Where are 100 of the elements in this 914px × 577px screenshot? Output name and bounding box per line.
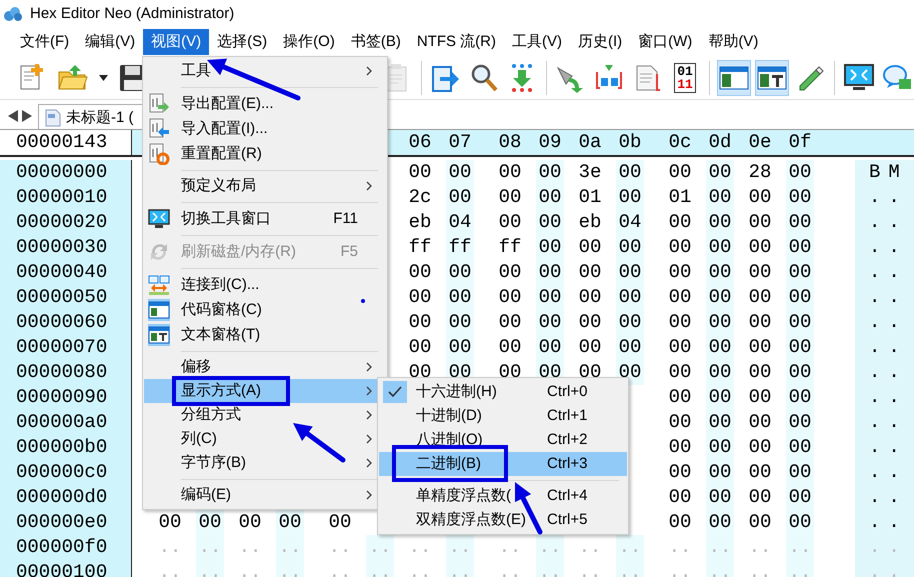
menu-item[interactable]: 历史(I) bbox=[570, 29, 630, 55]
shortcut-label: Ctrl+3 bbox=[547, 455, 588, 473]
code-pane-button[interactable] bbox=[717, 60, 751, 96]
menu-item[interactable]: 重置配置(R) bbox=[144, 141, 386, 166]
menu-item[interactable]: 文本窗格(T) bbox=[144, 322, 386, 347]
text-pane-button[interactable] bbox=[755, 60, 789, 96]
menu-item[interactable]: 导入配置(I)... bbox=[144, 116, 386, 141]
hex-cell: .. bbox=[706, 560, 734, 577]
window-title: Hex Editor Neo (Administrator) bbox=[30, 4, 234, 24]
column-header: 0e bbox=[748, 130, 772, 155]
hex-cell-text: 00 bbox=[498, 285, 522, 310]
text-cell: .. bbox=[855, 410, 914, 435]
menu-item[interactable]: 视图(V) bbox=[143, 29, 210, 55]
hex-cell-text: 00 bbox=[748, 510, 772, 535]
offset-cell: 000000e0 bbox=[0, 510, 132, 535]
hex-cell-text: 00 bbox=[668, 385, 692, 410]
column-header: 0d bbox=[708, 130, 732, 155]
hex-cell-text: 00 bbox=[668, 235, 692, 260]
hex-cell: .. bbox=[786, 535, 814, 560]
column-header: 0c bbox=[668, 130, 692, 155]
hex-cell: 00 bbox=[536, 335, 564, 360]
hex-cell: .. bbox=[196, 535, 224, 560]
hex-cell-text: 00 bbox=[668, 260, 692, 285]
hex-cell-text: 00 bbox=[408, 310, 432, 335]
menu-label: 显示方式(A) bbox=[181, 382, 261, 400]
hex-cell-text: 00 bbox=[748, 485, 772, 510]
hex-cell: 00 bbox=[786, 235, 814, 260]
offset-cell: 00000040 bbox=[0, 260, 132, 285]
hex-cell: 00 bbox=[536, 160, 564, 185]
hex-cell-text: 00 bbox=[578, 235, 602, 260]
hex-cell-text: 00 bbox=[668, 510, 692, 535]
hex-cell-text: 3e bbox=[578, 160, 602, 185]
hex-cell-text: 00 bbox=[748, 385, 772, 410]
menu-item[interactable]: 切换工具窗口 F11 bbox=[144, 206, 386, 231]
hex-cell-text: 00 bbox=[668, 360, 692, 385]
hex-cell: 00 bbox=[786, 185, 814, 210]
app-icon bbox=[2, 5, 24, 23]
hex-cell-text: 28 bbox=[748, 160, 772, 185]
hex-cell: 00 bbox=[446, 310, 474, 335]
document-tab[interactable]: 未标题-1 ( bbox=[38, 104, 142, 129]
hex-cell: 00 bbox=[786, 335, 814, 360]
menu-item[interactable]: 书签(B) bbox=[342, 29, 409, 55]
menu-item[interactable]: 工具 bbox=[144, 59, 386, 83]
hex-cell: 00 bbox=[616, 335, 644, 360]
menu-item[interactable]: 列(C) bbox=[144, 427, 386, 451]
hex-cell: .. bbox=[706, 535, 734, 560]
hex-cell: 00 bbox=[706, 285, 734, 310]
hex-cell-text: .. bbox=[328, 560, 352, 577]
offset-cell: 00000090 bbox=[0, 385, 132, 410]
menu-label: 字节序(B) bbox=[181, 454, 246, 472]
hex-cell-text: 00 bbox=[748, 410, 772, 435]
menu-item[interactable]: 二进制(B) Ctrl+3 bbox=[379, 452, 627, 476]
offset-cell: 00000000 bbox=[0, 160, 132, 185]
document-icon bbox=[45, 108, 61, 127]
hex-cell: 04 bbox=[446, 210, 474, 235]
hex-cell: 00 bbox=[706, 185, 734, 210]
hex-cell: 00 bbox=[616, 310, 644, 335]
shortcut-label: Ctrl+1 bbox=[547, 407, 588, 425]
hex-cell-text: 00 bbox=[578, 285, 602, 310]
menu-label: 刷新磁盘/内存(R) bbox=[181, 242, 296, 260]
menu-item[interactable]: 偏移 bbox=[144, 355, 386, 379]
menu-item[interactable]: 编辑(V) bbox=[77, 29, 144, 55]
text-cell: .. bbox=[855, 510, 914, 535]
offset-cell: 00000020 bbox=[0, 210, 132, 235]
hex-cell: .. bbox=[196, 560, 224, 577]
hex-cell: 00 bbox=[786, 460, 814, 485]
hex-cell-text: 00 bbox=[408, 285, 432, 310]
shortcut-label: Ctrl+2 bbox=[547, 431, 588, 449]
hex-cell: 00 bbox=[706, 385, 734, 410]
shortcut-label: F11 bbox=[333, 210, 358, 228]
hex-cell-text: 00 bbox=[748, 310, 772, 335]
hex-cell: 00 bbox=[446, 285, 474, 310]
menu-item[interactable]: 选择(S) bbox=[209, 29, 276, 55]
hex-cell: 00 bbox=[616, 285, 644, 310]
menu-item[interactable]: 导出配置(E)... bbox=[144, 91, 386, 116]
menu-item[interactable]: 连接到(C)... bbox=[144, 272, 386, 297]
hex-cell-text: eb bbox=[578, 210, 602, 235]
menu-item[interactable]: 帮助(V) bbox=[700, 29, 766, 55]
menu-item[interactable]: 文件(F) bbox=[12, 29, 78, 55]
hex-cell-text: 00 bbox=[578, 310, 602, 335]
menu-item[interactable]: 代码窗格(C) bbox=[144, 297, 386, 322]
menu-item[interactable]: 工具(V) bbox=[504, 29, 570, 55]
menu-label: 导入配置(I)... bbox=[181, 120, 268, 138]
text-cell: .. bbox=[855, 485, 914, 510]
menu-label: 连接到(C)... bbox=[181, 276, 260, 294]
hex-cell-text: .. bbox=[668, 535, 692, 560]
menu-item[interactable]: NTFS 流(R) bbox=[408, 29, 504, 55]
hex-cell: 00 bbox=[446, 260, 474, 285]
menu-item[interactable]: 双精度浮点数(E) Ctrl+5 bbox=[379, 508, 627, 532]
hex-cell: 00 bbox=[706, 335, 734, 360]
hex-cell: .. bbox=[616, 560, 644, 577]
menu-item[interactable]: 预定义布局 bbox=[144, 174, 386, 198]
menu-item[interactable]: 窗口(W) bbox=[630, 29, 700, 55]
column-header: 07 bbox=[448, 130, 472, 155]
menu-item[interactable]: 操作(O) bbox=[275, 29, 343, 55]
hex-cell: 00 bbox=[616, 260, 644, 285]
hex-cell: .. bbox=[446, 560, 474, 577]
text-cell: .. bbox=[855, 285, 914, 310]
hex-cell: 00 bbox=[446, 185, 474, 210]
hex-cell-text: 00 bbox=[748, 460, 772, 485]
